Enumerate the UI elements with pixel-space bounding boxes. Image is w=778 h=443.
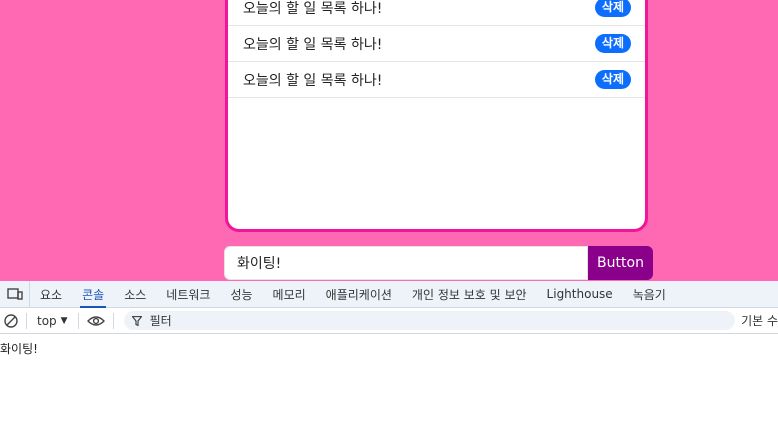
todo-list: 오늘의 할 일 목록 하나! 삭제 오늘의 할 일 목록 하나! 삭제 오늘의 …	[228, 0, 645, 98]
toolbar-divider	[26, 312, 27, 329]
log-levels-dropdown[interactable]: 기본 수	[741, 312, 778, 329]
delete-button[interactable]: 삭제	[594, 34, 631, 53]
tab-memory[interactable]: 메모리	[263, 281, 316, 307]
context-selector[interactable]: top ▼	[31, 314, 74, 328]
devtools-panel: 요소 콘솔 소스 네트워크 성능 메모리 애플리케이션 개인 정보 보호 및 보…	[0, 281, 778, 443]
todo-item-text: 오늘의 할 일 목록 하나!	[243, 0, 383, 17]
clear-console-icon[interactable]	[0, 308, 22, 334]
tab-privacy-security[interactable]: 개인 정보 보호 및 보안	[402, 281, 537, 307]
tab-network[interactable]: 네트워크	[156, 281, 220, 307]
tab-sources[interactable]: 소스	[114, 281, 156, 307]
todo-card: 오늘의 할 일 목록 하나! 삭제 오늘의 할 일 목록 하나! 삭제 오늘의 …	[225, 0, 648, 232]
device-toolbar-icon[interactable]	[0, 281, 30, 307]
dropdown-arrow-icon: ▼	[60, 315, 68, 326]
todo-input[interactable]: 화이팅!	[224, 246, 588, 280]
add-todo-button[interactable]: Button	[588, 246, 653, 280]
filter-input[interactable]: 필터	[123, 311, 736, 330]
tab-console[interactable]: 콘솔	[72, 281, 114, 308]
devtools-tabbar: 요소 콘솔 소스 네트워크 성능 메모리 애플리케이션 개인 정보 보호 및 보…	[0, 281, 778, 308]
tab-elements[interactable]: 요소	[30, 281, 72, 307]
todo-item: 오늘의 할 일 목록 하나! 삭제	[228, 62, 645, 98]
filter-icon	[131, 315, 142, 326]
toolbar-divider	[112, 312, 114, 329]
delete-button[interactable]: 삭제	[594, 70, 631, 89]
todo-item-text: 오늘의 할 일 목록 하나!	[243, 72, 383, 89]
tab-application[interactable]: 애플리케이션	[316, 281, 402, 307]
tab-recorder[interactable]: 녹음기	[623, 281, 676, 307]
console-toolbar: top ▼ 필터 기본 수	[0, 308, 778, 334]
eye-icon[interactable]	[83, 308, 109, 334]
todo-item-text: 오늘의 할 일 목록 하나!	[243, 36, 383, 53]
tab-performance[interactable]: 성능	[220, 281, 262, 307]
console-message: 화이팅!	[0, 342, 38, 356]
delete-button[interactable]: 삭제	[594, 0, 631, 17]
app-page: 오늘의 할 일 목록 하나! 삭제 오늘의 할 일 목록 하나! 삭제 오늘의 …	[0, 0, 778, 281]
todo-input-row: 화이팅! Button	[224, 246, 653, 280]
tab-lighthouse[interactable]: Lighthouse	[537, 281, 623, 307]
context-label: top	[37, 313, 57, 328]
filter-placeholder: 필터	[149, 314, 172, 328]
todo-item: 오늘의 할 일 목록 하나! 삭제	[228, 0, 645, 26]
toolbar-divider	[77, 312, 79, 329]
todo-item: 오늘의 할 일 목록 하나! 삭제	[228, 26, 645, 62]
